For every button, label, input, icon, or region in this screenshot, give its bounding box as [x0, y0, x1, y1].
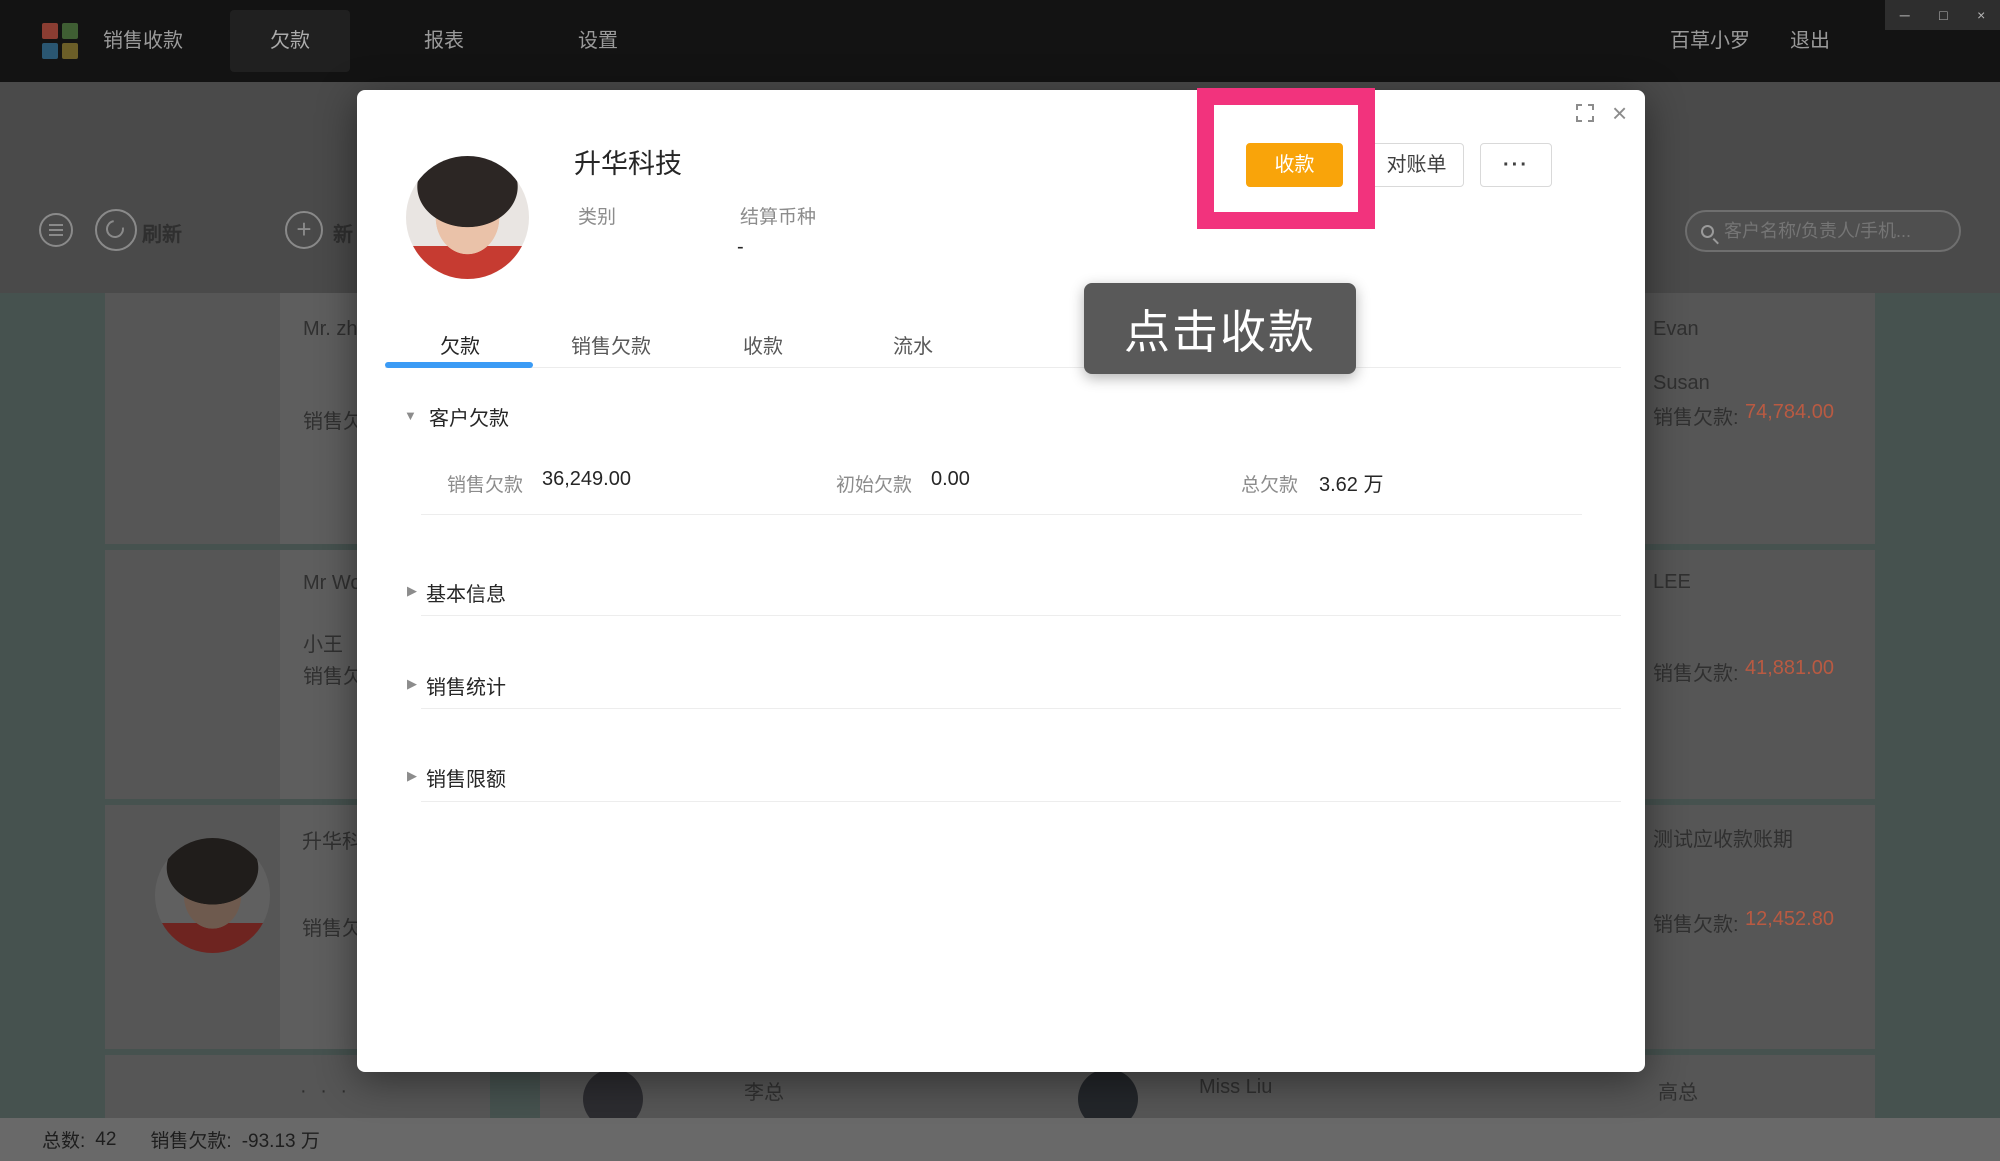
list-right-gutter — [1875, 293, 2000, 1118]
app-logo-icon — [42, 23, 78, 59]
section-sales-stats[interactable]: 销售统计 — [426, 671, 506, 700]
customer-debt-value: 12,452.80 — [1745, 908, 1834, 931]
customer-debt-value: 74,784.00 — [1745, 401, 1834, 424]
add-customer-button[interactable]: + — [285, 211, 323, 249]
category-label: 类别 — [578, 202, 616, 229]
section-divider — [421, 801, 1621, 802]
customer-debt-value: 41,881.00 — [1745, 657, 1834, 680]
section-divider — [421, 514, 1582, 515]
more-actions-button[interactable]: ··· — [1480, 143, 1552, 187]
status-bar: 总数: 42 销售欠款: -93.13 万 — [0, 1118, 2000, 1161]
section-divider — [421, 615, 1621, 616]
customer-name: 高总 — [1658, 1076, 1698, 1105]
collapse-arrow-icon[interactable]: ▼ — [404, 408, 417, 423]
click-collect-tooltip: 点击收款 — [1084, 283, 1356, 374]
customer-name: Mr Wo — [303, 572, 362, 595]
add-customer-label[interactable]: 新 — [333, 218, 353, 247]
customer-debt-label: 销售欠 — [303, 660, 363, 689]
currency-label: 结算币种 — [740, 202, 816, 229]
customer-debt-label: 销售欠 — [303, 405, 363, 434]
customer-avatar — [155, 838, 270, 953]
statusbar-debt-label: 销售欠款: — [150, 1126, 231, 1153]
plus-icon: + — [296, 214, 311, 244]
highlight-rectangle — [1197, 88, 1375, 229]
section-basic-info[interactable]: 基本信息 — [426, 578, 506, 607]
row-dots: · · · — [300, 1080, 351, 1103]
list-menu-icon — [49, 224, 63, 236]
initial-debt-value: 0.00 — [931, 468, 970, 491]
tab-divider — [385, 367, 1621, 368]
window-close-icon[interactable]: × — [1977, 0, 1985, 30]
expand-arrow-icon[interactable]: ▶ — [407, 583, 417, 599]
customer-name: 李总 — [744, 1076, 784, 1105]
customer-debt-label: 销售欠款: — [1653, 657, 1739, 686]
total-count-label: 总数: — [42, 1126, 85, 1153]
logo-square-blue — [42, 43, 58, 59]
customer-avatar — [148, 588, 260, 700]
search-icon — [1701, 225, 1714, 238]
user-menu[interactable]: 百草小罗 — [1660, 0, 1760, 82]
nav-item-reports[interactable]: 报表 — [404, 0, 484, 82]
section-customer-debt[interactable]: 客户欠款 — [429, 402, 509, 431]
modal-title: 升华科技 — [574, 142, 682, 181]
sales-debt-label: 销售欠款 — [447, 470, 523, 497]
list-left-gutter — [0, 293, 105, 1118]
app-window: 销售收款 欠款 报表 设置 百草小罗 退出 ─ □ × 刷新 + 新 Mr. z… — [0, 0, 2000, 1161]
expand-arrow-icon[interactable]: ▶ — [407, 676, 417, 692]
customer-avatar — [153, 333, 266, 446]
nav-item-debt[interactable]: 欠款 — [230, 10, 350, 72]
tab-debt[interactable]: 欠款 — [440, 330, 480, 359]
nav-item-settings[interactable]: 设置 — [558, 0, 638, 82]
customer-name: Miss Liu — [1199, 1076, 1272, 1099]
logout-button[interactable]: 退出 — [1780, 0, 1840, 82]
customer-avatar-large — [406, 156, 529, 279]
window-maximize-icon[interactable]: □ — [1939, 0, 1947, 30]
section-divider — [421, 708, 1621, 709]
customer-name: 测试应收款账期 — [1653, 823, 1793, 852]
sales-debt-value: 36,249.00 — [542, 468, 631, 491]
customer-name: Evan — [1653, 318, 1699, 341]
top-nav-bar: 销售收款 欠款 报表 设置 百草小罗 退出 — [0, 0, 2000, 82]
active-tab-underline — [385, 362, 533, 368]
total-debt-label: 总欠款 — [1241, 470, 1298, 497]
window-controls: ─ □ × — [1885, 0, 2000, 30]
tab-sales-debt[interactable]: 销售欠款 — [571, 330, 651, 359]
customer-search-box[interactable] — [1685, 210, 1961, 252]
refresh-button[interactable] — [95, 209, 137, 251]
total-count-value: 42 — [95, 1129, 116, 1151]
nav-item-sales-collection[interactable]: 销售收款 — [88, 0, 198, 82]
initial-debt-label: 初始欠款 — [836, 470, 912, 497]
statement-button[interactable]: 对账单 — [1369, 143, 1464, 187]
modal-close-icon[interactable]: × — [1612, 98, 1627, 129]
currency-value: - — [737, 236, 744, 259]
customer-debt-label: 销售欠款: — [1653, 908, 1739, 937]
window-minimize-icon[interactable]: ─ — [1900, 0, 1910, 30]
customer-detail-modal: 升华科技 类别 结算币种 - 收款 对账单 ··· × 欠款 销售欠款 收款 流… — [357, 90, 1645, 1072]
logo-square-yellow — [62, 43, 78, 59]
logo-square-red — [42, 23, 58, 39]
fullscreen-icon[interactable] — [1575, 103, 1595, 123]
customer-name: LEE — [1653, 571, 1691, 594]
search-input[interactable] — [1722, 220, 1945, 243]
refresh-icon — [102, 216, 127, 241]
refresh-label[interactable]: 刷新 — [142, 218, 182, 247]
statusbar-debt-value: -93.13 万 — [242, 1126, 320, 1153]
customer-name: Mr. zh — [303, 318, 357, 341]
tab-flow[interactable]: 流水 — [893, 330, 933, 359]
customer-name: 升华科 — [302, 825, 362, 854]
customer-contact: Susan — [1653, 372, 1710, 395]
customer-contact: 小王 — [303, 628, 343, 657]
section-sales-limit[interactable]: 销售限额 — [426, 763, 506, 792]
tab-collection[interactable]: 收款 — [743, 330, 783, 359]
customer-debt-label: 销售欠款: — [1653, 401, 1739, 430]
logo-square-green — [62, 23, 78, 39]
tooltip-text: 点击收款 — [1124, 296, 1316, 362]
expand-arrow-icon[interactable]: ▶ — [407, 768, 417, 784]
list-menu-button[interactable] — [39, 213, 73, 247]
customer-debt-label: 销售欠 — [302, 912, 362, 941]
total-debt-value: 3.62 万 — [1319, 468, 1383, 497]
